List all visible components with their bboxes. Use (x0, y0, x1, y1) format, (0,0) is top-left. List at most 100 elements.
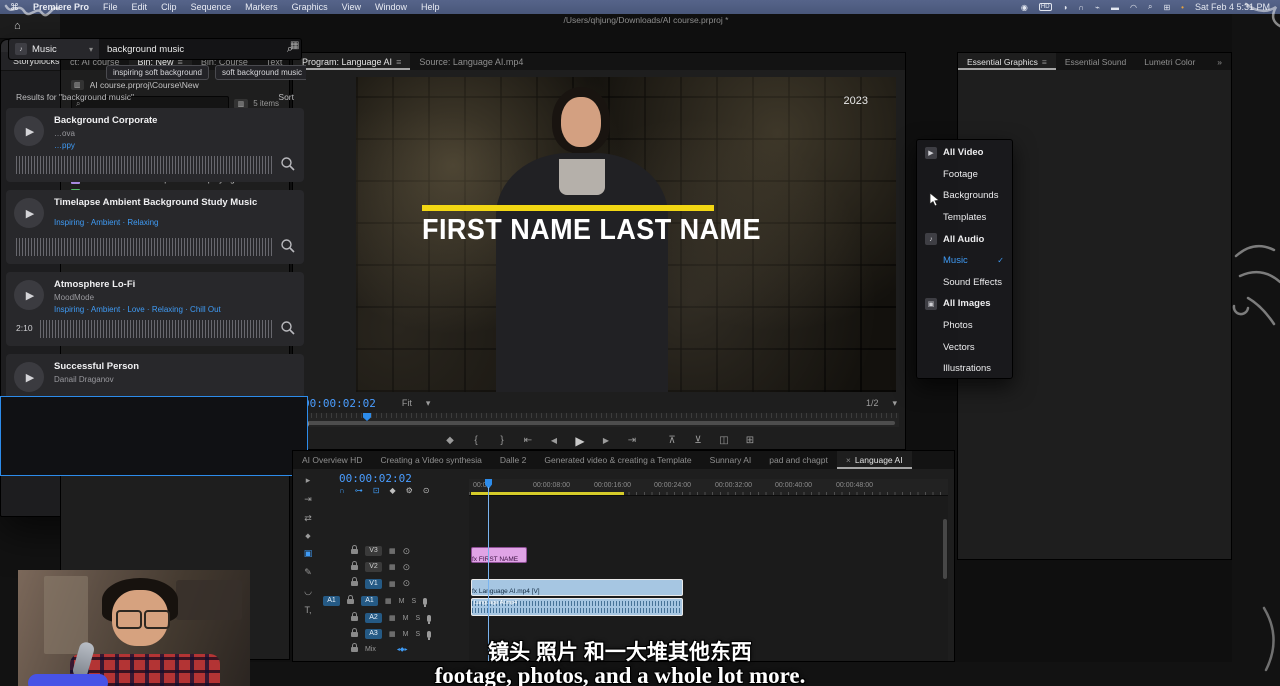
menu-clip[interactable]: Clip (161, 2, 177, 12)
pen-tool[interactable]: ✎ (304, 567, 312, 578)
play-preview-button[interactable]: ▶ (14, 362, 44, 392)
menu-item-sound-effects[interactable]: Sound Effects (917, 272, 1012, 294)
step-forward-button[interactable]: ▶ (593, 436, 619, 445)
program-timecode[interactable]: 00:00:02:02 (303, 397, 376, 410)
menu-sequence[interactable]: Sequence (191, 2, 232, 12)
panel-menu-icon[interactable]: ≡ (1042, 57, 1047, 67)
play-button[interactable]: ▶ (567, 434, 593, 448)
close-tab-icon[interactable]: × (846, 455, 851, 465)
mute-button[interactable]: M (399, 598, 405, 605)
right-tabs-overflow[interactable]: » (1208, 53, 1231, 70)
captions-toggle-icon[interactable]: ⊙ (423, 486, 430, 495)
view-options-icon[interactable]: ▦ (290, 40, 304, 51)
solo-button[interactable]: S (411, 598, 416, 605)
source-patch-icon[interactable]: ▦ (389, 580, 396, 588)
waveform-preview[interactable] (16, 156, 272, 174)
menu-item-templates[interactable]: Templates (917, 207, 1012, 229)
monitor-playhead[interactable] (363, 413, 371, 421)
timeline-tab[interactable]: Generated video & creating a Template (535, 451, 700, 469)
timeline-vertical-scrollbar[interactable] (943, 519, 947, 579)
track-header-a1[interactable]: A1 A1 ▦ M S (323, 592, 469, 610)
track-badge[interactable]: V1 (365, 579, 382, 589)
razor-tool[interactable]: ◆ (305, 532, 310, 540)
graphic-clip[interactable]: fx FIRST NAME (471, 547, 527, 563)
source-patch-icon[interactable]: ▦ (389, 563, 396, 571)
go-to-in-button[interactable]: ⇤ (515, 435, 541, 446)
track-select-tool[interactable]: ⇥ (304, 494, 312, 505)
timeline-tab[interactable]: Creating a Video synthesia (371, 451, 490, 469)
play-preview-button[interactable]: ▶ (14, 116, 44, 146)
waveform-preview[interactable] (40, 320, 272, 338)
menu-help[interactable]: Help (421, 2, 440, 12)
step-back-button[interactable]: ◀ (541, 436, 567, 445)
menu-item-photos[interactable]: Photos (917, 315, 1012, 337)
menu-item-vectors[interactable]: Vectors (917, 336, 1012, 358)
record-status-icon[interactable]: ◉ (1021, 3, 1028, 12)
timeline-tab-active[interactable]: × Language AI (837, 451, 912, 469)
find-similar-icon[interactable] (280, 320, 296, 336)
timeline-tab[interactable]: AI Overview HD (293, 451, 371, 469)
sort-dropdown[interactable]: Sort (278, 92, 294, 102)
voiceover-mic-icon[interactable] (423, 598, 427, 605)
track-header-v2[interactable]: V2 ▦ ⊙ (323, 559, 469, 575)
menu-file[interactable]: File (103, 2, 118, 12)
bluetooth-icon[interactable]: ⌁ (1095, 3, 1100, 12)
lock-icon[interactable] (351, 616, 358, 621)
menu-item-footage[interactable]: Footage (917, 164, 1012, 186)
snap-toggle-icon[interactable]: ∩ (339, 486, 345, 495)
menu-graphics[interactable]: Graphics (292, 2, 328, 12)
panel-menu-icon[interactable]: ≡ (396, 57, 401, 67)
track-header-a2[interactable]: A2 ▦ M S (323, 610, 469, 626)
timeline-settings-icon[interactable]: ⚙ (406, 486, 413, 495)
playback-resolution-dropdown[interactable]: 1/2▾ (866, 398, 897, 409)
hand-tool[interactable]: ◡ (304, 586, 312, 597)
menu-item-all-video[interactable]: ▶ All Video (917, 142, 1012, 164)
timeline-tab[interactable]: pad and chagpt (760, 451, 837, 469)
menu-item-all-images[interactable]: ▣ All Images (917, 293, 1012, 315)
lock-icon[interactable] (351, 565, 358, 570)
export-frame-button[interactable]: ◫ (711, 435, 737, 446)
timeline-timecode[interactable]: 00:00:02:02 (339, 472, 412, 485)
menu-markers[interactable]: Markers (245, 2, 278, 12)
play-preview-button[interactable]: ▶ (14, 280, 44, 310)
track-header-v1[interactable]: V1 ▦ ⊙ (323, 575, 469, 592)
ripple-edit-tool[interactable]: ⇄ (304, 513, 312, 524)
control-center-icon[interactable]: ⊞ (1163, 3, 1170, 12)
timeline-lanes[interactable]: 00:00 00:00:08:00 00:00:16:00 00:00:24:0… (469, 479, 948, 661)
lock-icon[interactable] (351, 581, 358, 586)
source-patch-icon[interactable]: ▦ (385, 597, 392, 605)
monitor-scrubber[interactable] (301, 413, 899, 427)
wifi-icon[interactable]: ◠ (1130, 3, 1137, 12)
linked-selection-icon[interactable]: ⊶ (355, 486, 363, 495)
voiceover-mic-icon[interactable] (427, 615, 431, 622)
scrollbar-handle[interactable] (303, 421, 895, 425)
timeline-tab[interactable]: Dalle 2 (491, 451, 535, 469)
zoom-level-dropdown[interactable]: Fit▾ (402, 398, 431, 409)
marker-icon[interactable]: ◆ (389, 486, 395, 495)
mute-button[interactable]: M (403, 615, 409, 622)
lift-button[interactable]: ⊼ (659, 435, 685, 446)
source-assign-badge[interactable]: A1 (323, 596, 340, 606)
tag-links[interactable]: Inspiring · Ambient · Relaxing (54, 218, 159, 227)
track-output-eye-icon[interactable]: ⊙ (403, 562, 411, 573)
go-to-out-button[interactable]: ⇥ (619, 435, 645, 446)
source-patch-icon[interactable]: ▦ (389, 547, 396, 555)
waveform-preview[interactable] (16, 238, 272, 256)
mark-out-button[interactable]: } (489, 435, 515, 446)
mark-in-button[interactable]: { (463, 435, 489, 446)
tab-program-monitor[interactable]: Program: Language AI≡ (293, 53, 410, 70)
video-clip[interactable]: fx Language AI.mp4 [V] (471, 579, 683, 596)
selection-tool[interactable]: ▸ (306, 475, 311, 486)
solo-button[interactable]: S (415, 615, 420, 622)
home-icon[interactable]: ⌂ (14, 20, 21, 32)
find-similar-icon[interactable] (280, 156, 296, 172)
suggestion-chip[interactable]: soft background music (215, 65, 306, 80)
menubar-clock[interactable]: Sat Feb 4 5:31 PM (1195, 2, 1270, 12)
display-hd-icon[interactable]: HD (1039, 3, 1052, 11)
track-header-v3[interactable]: V3 ▦ ⊙ (323, 543, 469, 559)
apple-menu-icon[interactable]: ⌘ (10, 2, 19, 13)
track-output-eye-icon[interactable]: ⊙ (403, 578, 411, 589)
tab-essential-sound[interactable]: Essential Sound (1056, 53, 1135, 70)
menu-item-all-audio[interactable]: ♪ All Audio (917, 228, 1012, 250)
menu-item-illustrations[interactable]: Illustrations (917, 358, 1012, 380)
